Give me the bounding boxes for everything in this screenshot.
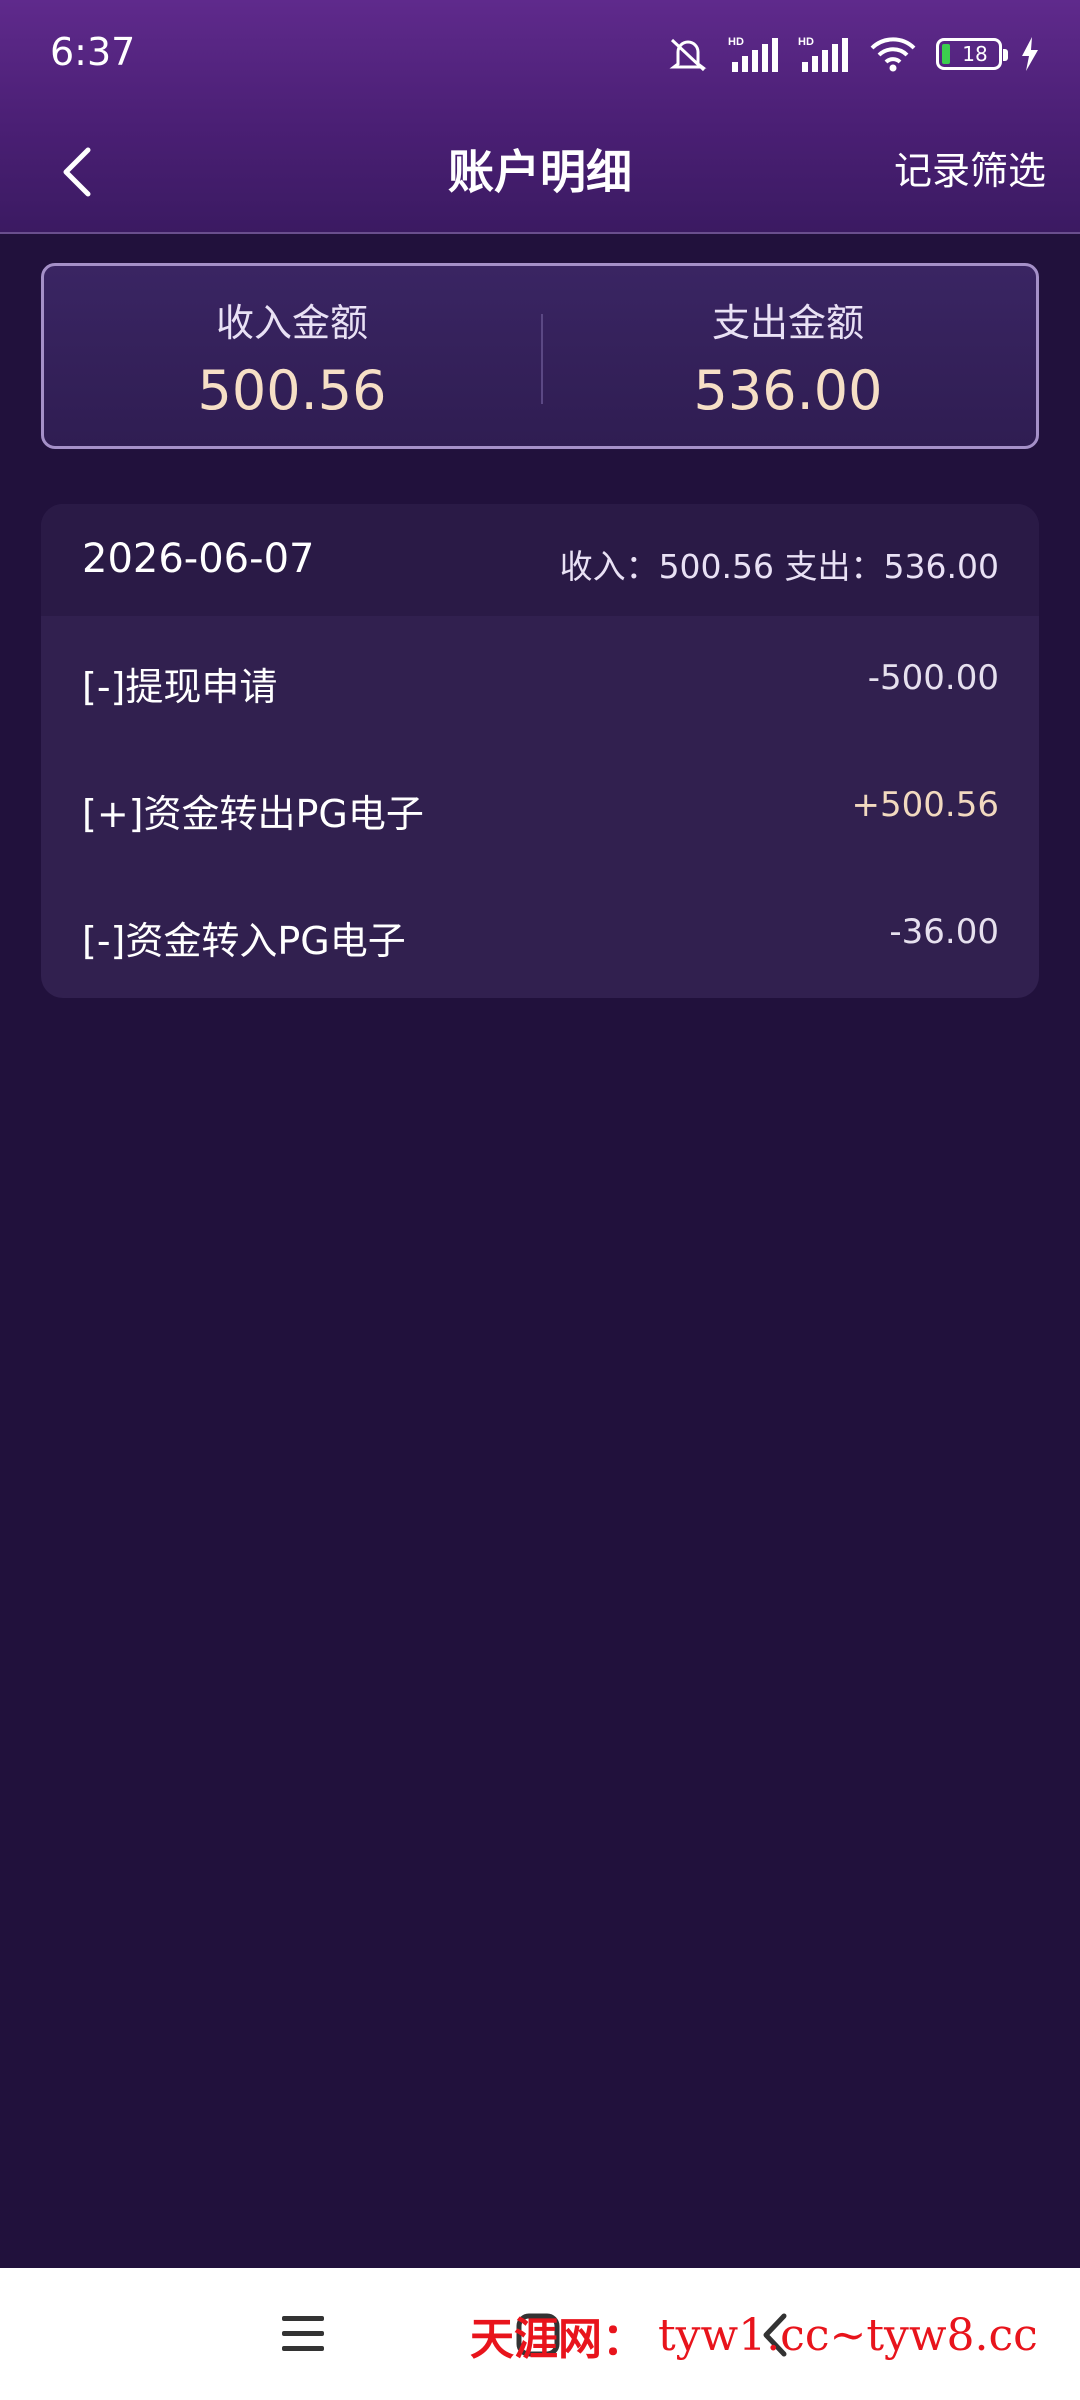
nav-bar: 账户明细 记录筛选	[0, 110, 1080, 234]
record-group-header: 2026-06-07 收入：500.56 支出：536.00	[41, 504, 1039, 616]
expense-summary: 支出金额 536.00	[540, 266, 1036, 446]
expense-value: 536.00	[693, 359, 883, 422]
watermark-site-name: 天涯网：	[470, 2314, 646, 2365]
mute-icon	[669, 38, 707, 72]
svg-text:HD: HD	[798, 36, 814, 48]
record-filter-button[interactable]: 记录筛选	[894, 140, 1046, 195]
record-label: [-]资金转入PG电子	[82, 919, 406, 963]
battery-level: 18	[962, 42, 988, 66]
charging-icon	[1022, 37, 1038, 71]
income-label: 收入金额	[215, 301, 368, 345]
record-row[interactable]: [+]资金转出PG电子 +500.56	[41, 743, 1039, 870]
record-label: [+]资金转出PG电子	[82, 792, 424, 836]
status-icons: HD HD 18	[666, 32, 1040, 76]
watermark: 天涯网： tyw1.cc~tyw8.cc	[470, 2305, 1038, 2366]
record-group: 2026-06-07 收入：500.56 支出：536.00 [-]提现申请 -…	[41, 504, 1039, 998]
wifi-icon	[870, 37, 916, 72]
income-value: 500.56	[197, 359, 387, 422]
record-label: [-]提现申请	[82, 665, 278, 709]
menu-icon	[282, 2316, 324, 2351]
expense-label: 支出金额	[711, 301, 864, 345]
battery-icon: 18	[936, 38, 1008, 70]
signal-icon: HD	[728, 36, 778, 72]
status-bar: 6:37 HD HD 18	[0, 0, 1080, 110]
summary-divider	[541, 314, 543, 404]
summary-card: 收入金额 500.56 支出金额 536.00	[41, 263, 1039, 449]
record-row[interactable]: [-]资金转入PG电子 -36.00	[41, 870, 1039, 997]
watermark-url: tyw1.cc~tyw8.cc	[658, 2309, 1038, 2361]
record-amount: -500.00	[867, 658, 999, 698]
record-amount: -36.00	[889, 912, 999, 952]
status-time: 6:37	[50, 30, 136, 74]
record-day-summary: 收入：500.56 支出：536.00	[559, 547, 999, 586]
signal-icon: HD	[798, 36, 848, 72]
income-summary: 收入金额 500.56	[44, 266, 540, 446]
record-amount: +500.56	[851, 785, 999, 825]
record-row[interactable]: [-]提现申请 -500.00	[41, 616, 1039, 743]
svg-text:HD: HD	[728, 36, 744, 48]
record-date: 2026-06-07	[82, 536, 315, 582]
menu-button[interactable]	[282, 2304, 324, 2368]
